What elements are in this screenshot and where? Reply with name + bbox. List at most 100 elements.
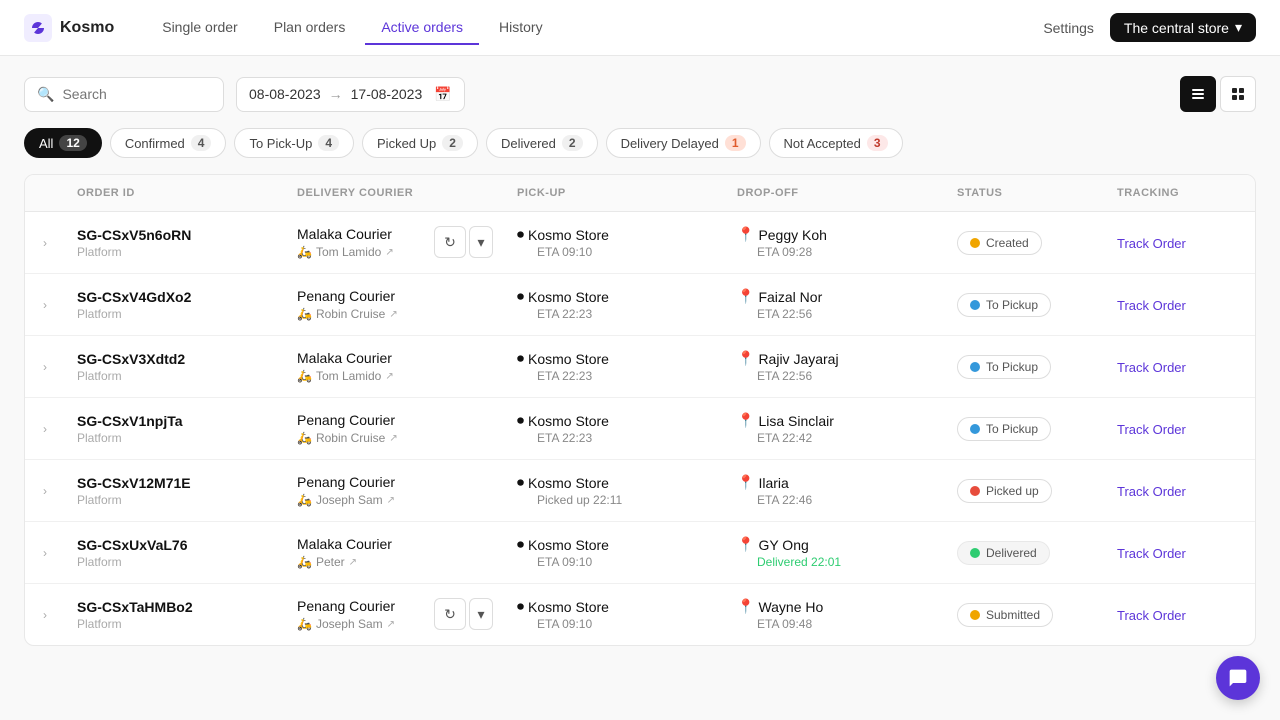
cell-courier-6: Penang Courier 🛵 Joseph Sam ↗ ↻ ▾ [285,598,505,631]
navbar: Kosmo Single order Plan orders Active or… [0,0,1280,56]
tab-not-accepted[interactable]: Not Accepted 3 [769,128,903,158]
cell-order-id-5: SG-CSxUxVaL76 Platform [65,537,285,569]
cell-courier-2: Malaka Courier 🛵 Tom Lamido ↗ [285,350,505,383]
list-view-button[interactable] [1180,76,1216,112]
table-row: › SG-CSxUxVaL76 Platform Malaka Courier … [25,522,1255,584]
cell-status-1: To Pickup [945,293,1105,317]
cell-dropoff-1: 📍 Faizal Nor ETA 22:56 [725,288,945,321]
calendar-icon: 📅 [434,86,451,103]
pickup-icon-6: ⏺ [517,598,524,615]
dropoff-icon-6: 📍 [737,598,754,615]
track-order-2[interactable]: Track Order [1117,360,1186,375]
status-badge-2: To Pickup [957,355,1051,379]
th-expand [25,187,65,199]
tab-delayed-count: 1 [725,135,746,151]
cell-order-id-4: SG-CSxV12M71E Platform [65,475,285,507]
ext-link-4[interactable]: ↗ [387,495,395,506]
tab-to-pickup[interactable]: To Pick-Up 4 [234,128,354,158]
cell-tracking-2: Track Order [1105,359,1235,375]
dropdown-btn-0[interactable]: ▾ [469,226,493,258]
logo[interactable]: Kosmo [24,14,114,42]
status-dot-0 [970,238,980,248]
row-expand-4[interactable]: › [25,484,65,498]
tab-picked-up-label: Picked Up [377,136,436,151]
track-order-1[interactable]: Track Order [1117,298,1186,313]
tab-all[interactable]: All 12 [24,128,102,158]
ext-link-2[interactable]: ↗ [385,371,393,382]
nav-active-orders[interactable]: Active orders [365,11,479,45]
row-expand-5[interactable]: › [25,546,65,560]
track-order-6[interactable]: Track Order [1117,608,1186,623]
table-row: › SG-CSxV1npjTa Platform Penang Courier … [25,398,1255,460]
tab-picked-up[interactable]: Picked Up 2 [362,128,478,158]
th-tracking: TRACKING [1105,187,1235,199]
cell-order-id-0: SG-CSxV5n6oRN Platform [65,227,285,259]
tab-not-accepted-label: Not Accepted [784,136,861,151]
ext-link-3[interactable]: ↗ [389,433,397,444]
cell-order-id-2: SG-CSxV3Xdtd2 Platform [65,351,285,383]
grid-view-button[interactable] [1220,76,1256,112]
track-order-0[interactable]: Track Order [1117,236,1186,251]
filters-row: 🔍 08-08-2023 → 17-08-2023 📅 [24,76,1256,112]
row-expand-2[interactable]: › [25,360,65,374]
tab-to-pickup-count: 4 [318,135,339,151]
tab-all-count: 12 [59,135,86,151]
chat-bubble[interactable] [1216,656,1260,700]
search-icon: 🔍 [37,86,54,103]
ext-link-0[interactable]: ↗ [385,247,393,258]
tab-delivered-label: Delivered [501,136,556,151]
store-selector[interactable]: The central store ▾ [1110,13,1256,42]
table-row: › SG-CSxTaHMBo2 Platform Penang Courier … [25,584,1255,645]
nav-plan-orders[interactable]: Plan orders [258,11,362,45]
date-range-picker[interactable]: 08-08-2023 → 17-08-2023 📅 [236,77,465,112]
ext-link-1[interactable]: ↗ [389,309,397,320]
cell-pickup-3: ⏺ Kosmo Store ETA 22:23 [505,412,725,445]
refresh-btn-0[interactable]: ↻ [434,226,466,258]
logo-text: Kosmo [60,19,114,37]
cell-status-3: To Pickup [945,417,1105,441]
list-icon [1190,86,1206,102]
th-pickup: PICK-UP [505,187,725,199]
status-badge-0: Created [957,231,1042,255]
nav-single-order[interactable]: Single order [146,11,254,45]
orders-table: ORDER ID DELIVERY COURIER PICK-UP DROP-O… [24,174,1256,646]
tab-delivery-delayed[interactable]: Delivery Delayed 1 [606,128,761,158]
cell-tracking-0: Track Order [1105,235,1235,251]
cell-dropoff-6: 📍 Wayne Ho ETA 09:48 [725,598,945,631]
chevron-down-icon: ▾ [1235,19,1242,36]
cell-dropoff-4: 📍 Ilaria ETA 22:46 [725,474,945,507]
ext-link-5[interactable]: ↗ [349,557,357,568]
chat-icon [1228,668,1248,688]
ext-link-6[interactable]: ↗ [387,619,395,630]
pickup-icon-2: ⏺ [517,350,524,367]
row-expand-0[interactable]: › [25,236,65,250]
courier-icon-6: 🛵 [297,617,312,631]
pickup-icon-3: ⏺ [517,412,524,429]
view-toggles [1180,76,1256,112]
tab-not-accepted-count: 3 [867,135,888,151]
nav-history[interactable]: History [483,11,559,45]
row-expand-1[interactable]: › [25,298,65,312]
track-order-5[interactable]: Track Order [1117,546,1186,561]
row-expand-6[interactable]: › [25,608,65,622]
tab-confirmed[interactable]: Confirmed 4 [110,128,227,158]
pickup-icon-1: ⏺ [517,288,524,305]
table-row: › SG-CSxV3Xdtd2 Platform Malaka Courier … [25,336,1255,398]
tab-delivered[interactable]: Delivered 2 [486,128,598,158]
status-dot-4 [970,486,980,496]
status-dot-5 [970,548,980,558]
refresh-btn-6[interactable]: ↻ [434,598,466,630]
search-input[interactable] [62,86,192,102]
dropdown-btn-6[interactable]: ▾ [469,598,493,630]
row-expand-3[interactable]: › [25,422,65,436]
th-status: STATUS [945,187,1105,199]
track-order-3[interactable]: Track Order [1117,422,1186,437]
track-order-4[interactable]: Track Order [1117,484,1186,499]
date-from: 08-08-2023 [249,86,321,102]
date-arrow-icon: → [329,86,343,102]
status-badge-5: Delivered [957,541,1050,565]
settings-link[interactable]: Settings [1043,20,1094,36]
search-box[interactable]: 🔍 [24,77,224,112]
cell-pickup-4: ⏺ Kosmo Store Picked up 22:11 [505,474,725,507]
tab-delayed-label: Delivery Delayed [621,136,719,151]
